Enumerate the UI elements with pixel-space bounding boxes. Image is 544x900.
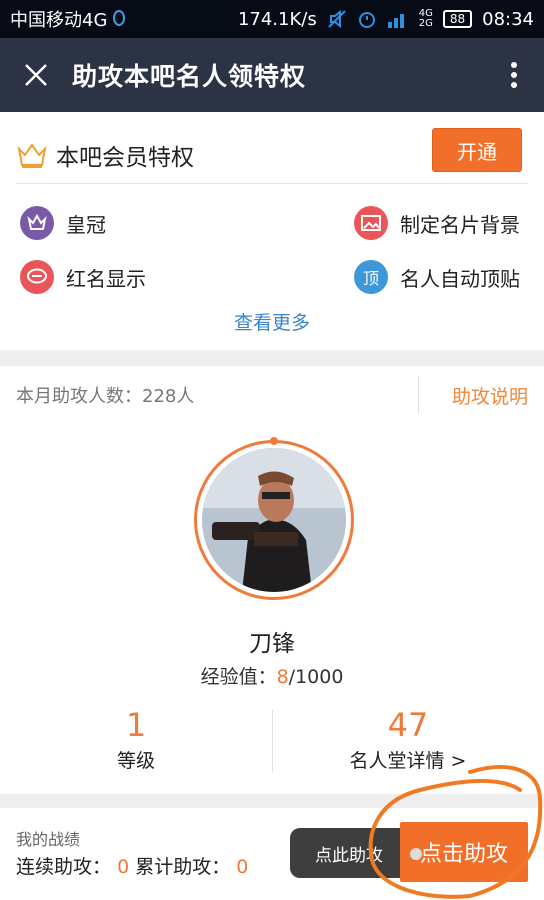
member-title: 本吧会员特权 (56, 145, 194, 171)
celebrity-avatar[interactable] (194, 437, 354, 600)
fame-stat[interactable]: 47 名人堂详情 > (272, 706, 544, 773)
more-vertical-icon (511, 62, 517, 88)
title-bar: 助攻本吧名人领特权 (0, 38, 544, 112)
battery-indicator: 88 (442, 10, 473, 28)
mute-icon (328, 9, 346, 29)
avatar-ring-dot (270, 437, 278, 445)
chat-bubble-icon (20, 260, 54, 294)
privilege-label: 皇冠 (66, 212, 106, 237)
assist-panel: 本月助攻人数：228人 助攻说明 刀锋 经验值：8/1000 1 等级 47 名 (0, 366, 544, 794)
more-menu-button[interactable] (484, 38, 544, 112)
privilege-label: 红名显示 (66, 266, 146, 291)
carrier-label: 中国移动4G (10, 10, 108, 31)
privilege-label: 名人自动顶贴 (400, 266, 520, 291)
see-more-link[interactable]: 查看更多 (0, 308, 544, 335)
network-speed: 174.1K/s (237, 8, 317, 30)
level-stat: 1 等级 (0, 706, 272, 773)
fame-value: 47 (387, 706, 429, 744)
total-value: 0 (236, 856, 249, 878)
open-membership-button[interactable]: 开通 (432, 128, 522, 172)
close-button[interactable] (0, 38, 72, 112)
qq-icon (113, 10, 126, 26)
bottom-bar: 我的战绩 连续助攻： 0 累计助攻： 0 点此助攻 点击助攻 (0, 808, 544, 900)
assist-tooltip: 点此助攻 (290, 828, 408, 878)
status-bar: 中国移动4G 174.1K/s 4G 2G 88 08:34 (0, 0, 544, 38)
member-privileges-card: 本吧会员特权 开通 皇冠 制定名片背景 红名显示 顶 名人自动顶贴 查看更多 (0, 112, 544, 350)
network-type: 4G 2G (419, 9, 433, 29)
carrier: 中国移动4G (10, 6, 127, 32)
experience: 经验值：8/1000 (0, 662, 544, 689)
privilege-label: 制定名片背景 (400, 212, 520, 237)
signal-icon (387, 14, 404, 28)
streak-label: 连续助攻： (16, 856, 112, 878)
crown-outline-icon (17, 143, 47, 168)
page-title: 助攻本吧名人领特权 (72, 62, 307, 91)
privilege-card-background[interactable]: 制定名片背景 (354, 206, 520, 240)
privilege-crown[interactable]: 皇冠 (20, 206, 106, 240)
total-label: 累计助攻： (135, 856, 231, 878)
my-record-title: 我的战绩 (16, 830, 81, 849)
streak-value: 0 (117, 856, 130, 878)
network-2g: 2G (418, 18, 433, 29)
close-icon (25, 64, 47, 86)
experience-total: /1000 (288, 666, 344, 688)
privilege-red-name[interactable]: 红名显示 (20, 260, 146, 294)
ding-icon: 顶 (354, 260, 388, 294)
privilege-auto-bump[interactable]: 顶 名人自动顶贴 (354, 260, 520, 294)
avatar-image (202, 448, 346, 592)
divider (16, 183, 528, 184)
my-record-stats: 连续助攻： 0 累计助攻： 0 (16, 852, 248, 879)
tooltip-pointer-dot (410, 848, 422, 860)
divider (418, 376, 419, 414)
monthly-assist-count: 本月助攻人数：228人 (16, 386, 195, 407)
level-label: 等级 (116, 750, 155, 772)
clock: 08:34 (482, 8, 534, 30)
alarm-icon (358, 12, 375, 28)
fame-hall-link[interactable]: 名人堂详情 > (272, 746, 544, 773)
experience-label: 经验值： (200, 666, 277, 688)
crown-icon (20, 206, 54, 240)
celebrity-name: 刀锋 (249, 631, 295, 657)
experience-current: 8 (276, 666, 289, 688)
picture-icon (354, 206, 388, 240)
assist-explanation-link[interactable]: 助攻说明 (452, 382, 528, 409)
level-value: 1 (125, 706, 147, 744)
